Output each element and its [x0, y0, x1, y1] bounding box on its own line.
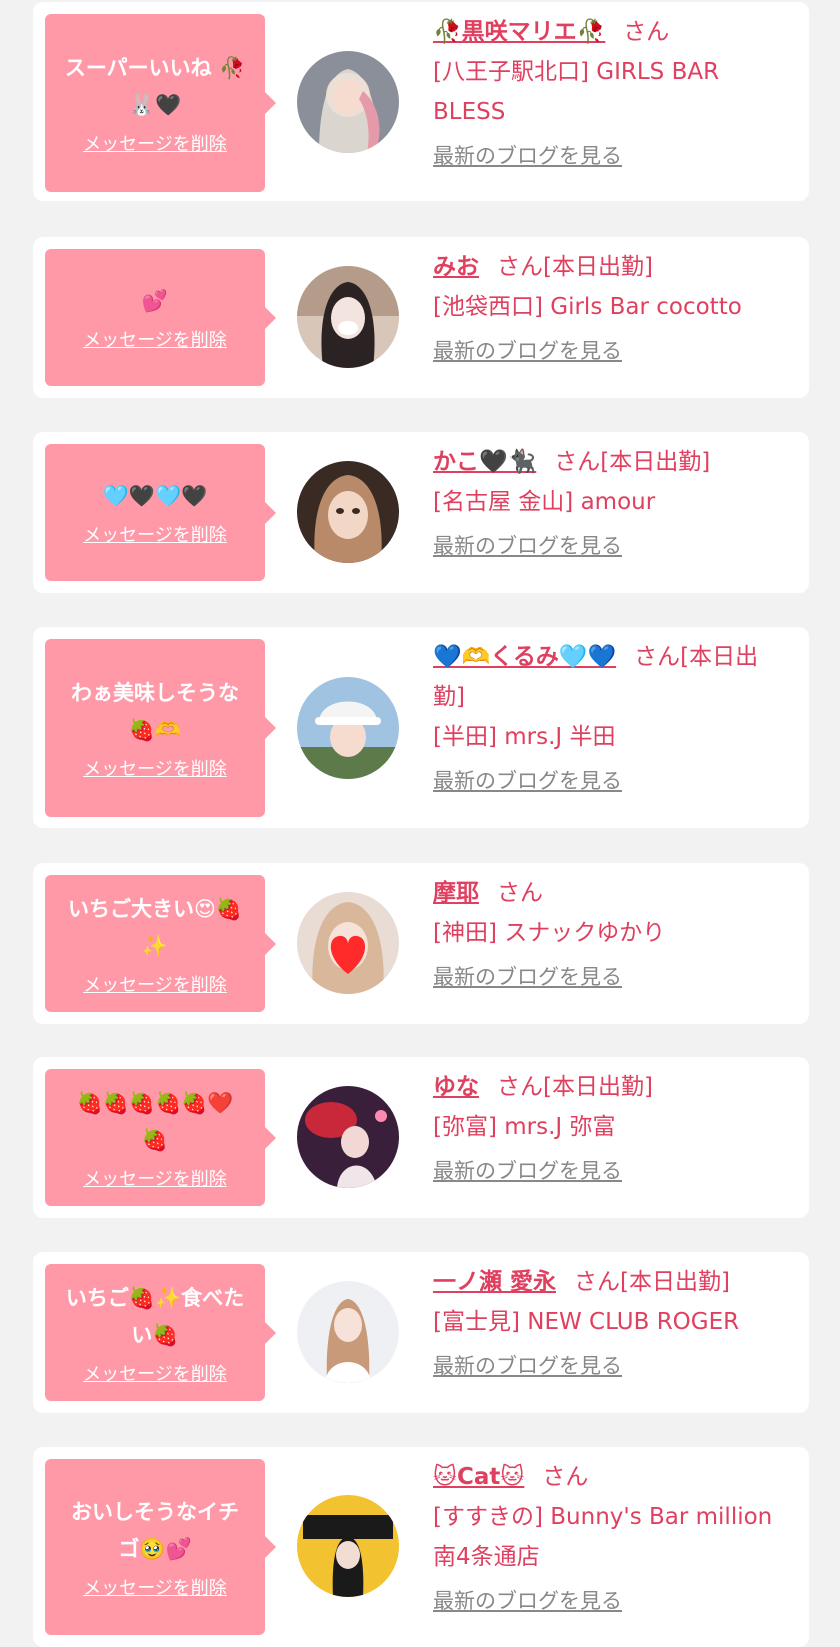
view-blog-link[interactable]: 最新のブログを見る: [433, 530, 622, 560]
sender-name-line: 💙🫶くるみ🩵💙 さん[本日出勤]: [433, 637, 789, 717]
delete-message-link[interactable]: メッセージを削除: [83, 1574, 227, 1600]
delete-message-link[interactable]: メッセージを削除: [83, 755, 227, 781]
message-bubble: 🩵🖤🩵🖤 メッセージを削除: [45, 444, 276, 581]
sender-name-link[interactable]: 摩耶: [433, 880, 479, 906]
shop-name: [神田] スナックゆかり: [433, 920, 666, 946]
sender-name-link[interactable]: 💙🫶くるみ🩵💙: [433, 644, 616, 670]
sender-name-line: みお さん[本日出勤]: [433, 247, 789, 287]
message-card: いちご大きい😍🍓 ✨ メッセージを削除 摩耶 さん [神田] スナックゆかり 最新…: [33, 863, 809, 1024]
sender-info: ゆな さん[本日出勤] [弥富] mrs.J 弥富 最新のブログを見る: [433, 1067, 789, 1185]
shop-name: [半田] mrs.J 半田: [433, 724, 616, 750]
shop-name: [すすきの] Bunny's Bar million 南4条通店: [433, 1504, 773, 1570]
sender-name-link[interactable]: みお: [433, 254, 479, 280]
shop-name: [弥富] mrs.J 弥富: [433, 1114, 616, 1140]
sender-info: みお さん[本日出勤] [池袋西口] Girls Bar cocotto 最新のブ…: [433, 247, 789, 365]
shop-name: [八王子駅北口] GIRLS BAR BLESS: [433, 59, 720, 125]
message-bubble: スーパーいいね 🥀 🐰🖤 メッセージを削除: [45, 14, 276, 192]
sender-name-link[interactable]: 一ノ瀬 愛永: [433, 1269, 556, 1295]
sender-info: 一ノ瀬 愛永 さん[本日出勤] [富士見] NEW CLUB ROGER 最新のブ…: [433, 1262, 789, 1380]
message-text: スーパーいいね 🥀 🐰🖤: [64, 56, 246, 117]
message-card: おいしそうなイチ ゴ🥹💕 メッセージを削除 🐱Cat🐱 さん [すすきの] Bun…: [33, 1447, 809, 1647]
avatar[interactable]: [297, 461, 399, 563]
message-bubble: いちご🍓✨食べた い🍓 メッセージを削除: [45, 1264, 276, 1401]
message-bubble: 🍓🍓🍓🍓🍓❤️ 🍓 メッセージを削除: [45, 1069, 276, 1206]
avatar[interactable]: [297, 1281, 399, 1383]
view-blog-link[interactable]: 最新のブログを見る: [433, 1155, 622, 1185]
view-blog-link[interactable]: 最新のブログを見る: [433, 961, 622, 991]
name-suffix: さん[本日出勤]: [554, 449, 711, 475]
message-text: いちご🍓✨食べた い🍓: [65, 1285, 245, 1347]
message-bubble: いちご大きい😍🍓 ✨ メッセージを削除: [45, 875, 276, 1012]
name-suffix: さん: [497, 880, 543, 906]
delete-message-link[interactable]: メッセージを削除: [83, 130, 227, 156]
sender-info: 💙🫶くるみ🩵💙 さん[本日出勤] [半田] mrs.J 半田 最新のブログを見る: [433, 637, 789, 795]
delete-message-link[interactable]: メッセージを削除: [83, 326, 227, 352]
avatar[interactable]: [297, 266, 399, 368]
message-bubble: わぁ美味しそうな 🍓🫶 メッセージを削除: [45, 639, 276, 817]
sender-info: 摩耶 さん [神田] スナックゆかり 最新のブログを見る: [433, 873, 789, 991]
sender-name-link[interactable]: かこ🖤🐈‍⬛: [433, 449, 536, 475]
avatar[interactable]: [297, 51, 399, 153]
name-suffix: さん[本日出勤]: [497, 254, 653, 280]
avatar[interactable]: [297, 677, 399, 779]
delete-message-link[interactable]: メッセージを削除: [83, 521, 227, 547]
message-card: 🩵🖤🩵🖤 メッセージを削除 かこ🖤🐈‍⬛ さん[本日出勤] [名古屋 金山] am…: [33, 432, 809, 593]
name-suffix: さん: [623, 19, 670, 45]
name-suffix: さん[本日出勤]: [574, 1269, 730, 1295]
delete-message-link[interactable]: メッセージを削除: [83, 1360, 227, 1386]
view-blog-link[interactable]: 最新のブログを見る: [433, 335, 622, 365]
message-bubble: 💕 メッセージを削除: [45, 249, 276, 386]
sender-info: 🐱Cat🐱 さん [すすきの] Bunny's Bar million 南4条通店…: [433, 1457, 789, 1615]
message-text: おいしそうなイチ ゴ🥹💕: [71, 1500, 239, 1561]
sender-name-link[interactable]: 🥀黒咲マリエ🥀: [433, 19, 605, 45]
sender-name-line: 一ノ瀬 愛永 さん[本日出勤]: [433, 1262, 789, 1302]
avatar[interactable]: [297, 1495, 399, 1597]
sender-info: かこ🖤🐈‍⬛ さん[本日出勤] [名古屋 金山] amour 最新のブログを見る: [433, 442, 789, 560]
message-card: スーパーいいね 🥀 🐰🖤 メッセージを削除 🥀黒咲マリエ🥀 さん [八王子駅北口]…: [33, 2, 809, 201]
shop-name: [富士見] NEW CLUB ROGER: [433, 1309, 740, 1335]
view-blog-link[interactable]: 最新のブログを見る: [433, 765, 622, 795]
message-text: 🩵🖤🩵🖤: [102, 484, 208, 508]
sender-name-link[interactable]: 🐱Cat🐱: [433, 1464, 524, 1490]
avatar[interactable]: [297, 892, 399, 994]
message-text: いちご大きい😍🍓 ✨: [67, 896, 243, 958]
view-blog-link[interactable]: 最新のブログを見る: [433, 1585, 622, 1615]
sender-info: 🥀黒咲マリエ🥀 さん [八王子駅北口] GIRLS BAR BLESS 最新のブロ…: [433, 12, 789, 170]
name-suffix: さん: [542, 1464, 589, 1490]
shop-name: [池袋西口] Girls Bar cocotto: [433, 294, 742, 320]
sender-name-line: 🐱Cat🐱 さん: [433, 1457, 789, 1497]
delete-message-link[interactable]: メッセージを削除: [83, 1165, 227, 1191]
view-blog-link[interactable]: 最新のブログを見る: [433, 140, 622, 170]
message-card: わぁ美味しそうな 🍓🫶 メッセージを削除 💙🫶くるみ🩵💙 さん[本日出勤] [半田…: [33, 627, 809, 828]
message-card: 💕 メッセージを削除 みお さん[本日出勤] [池袋西口] Girls Bar c…: [33, 237, 809, 398]
delete-message-link[interactable]: メッセージを削除: [83, 971, 227, 997]
shop-name: [名古屋 金山] amour: [433, 489, 656, 515]
message-card: いちご🍓✨食べた い🍓 メッセージを削除 一ノ瀬 愛永 さん[本日出勤] [富士見…: [33, 1252, 809, 1413]
message-bubble: おいしそうなイチ ゴ🥹💕 メッセージを削除: [45, 1459, 276, 1635]
sender-name-line: 摩耶 さん: [433, 873, 789, 913]
message-text: 💕: [141, 289, 169, 313]
avatar[interactable]: [297, 1086, 399, 1188]
sender-name-line: 🥀黒咲マリエ🥀 さん: [433, 12, 789, 52]
view-blog-link[interactable]: 最新のブログを見る: [433, 1350, 622, 1380]
sender-name-line: かこ🖤🐈‍⬛ さん[本日出勤]: [433, 442, 789, 482]
message-text: 🍓🍓🍓🍓🍓❤️ 🍓: [76, 1090, 234, 1152]
message-card: 🍓🍓🍓🍓🍓❤️ 🍓 メッセージを削除 ゆな さん[本日出勤] [弥富] mrs.J…: [33, 1057, 809, 1218]
sender-name-link[interactable]: ゆな: [433, 1074, 479, 1100]
name-suffix: さん[本日出勤]: [497, 1074, 653, 1100]
sender-name-line: ゆな さん[本日出勤]: [433, 1067, 789, 1107]
message-text: わぁ美味しそうな 🍓🫶: [71, 681, 239, 742]
